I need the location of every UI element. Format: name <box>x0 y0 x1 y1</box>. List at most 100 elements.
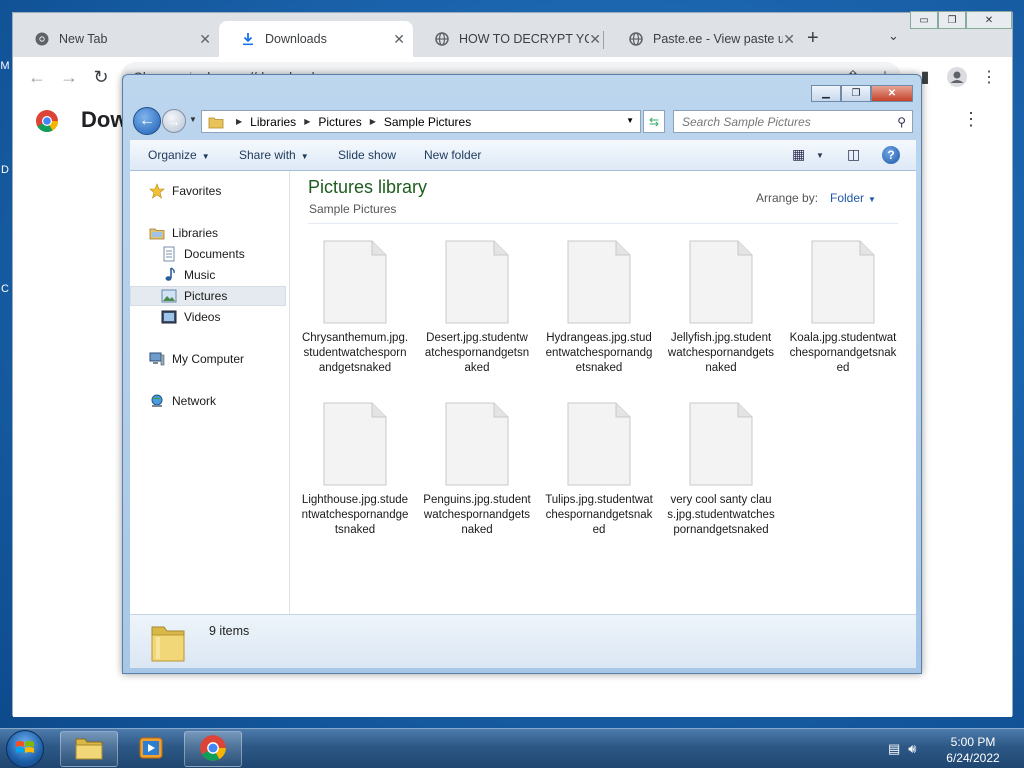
share-with-button[interactable]: Share with ▼ <box>239 148 309 162</box>
nav-label: Music <box>184 268 216 282</box>
nav-libraries[interactable]: Libraries <box>148 223 218 243</box>
recent-locations-dropdown[interactable]: ▼ <box>189 115 197 124</box>
pictures-icon <box>160 288 178 304</box>
tab-label: HOW TO DECRYPT YOUR FILES <box>459 32 589 46</box>
nav-network[interactable]: Network <box>148 391 216 411</box>
more-menu-icon[interactable]: ⋮ <box>962 109 980 130</box>
minimize-button[interactable]: ▁ <box>811 85 841 102</box>
help-icon[interactable]: ? <box>882 146 900 164</box>
nav-pictures[interactable]: Pictures <box>130 286 286 306</box>
chrome-window-controls: ▭ ❐ ✕ <box>910 11 1012 29</box>
close-button[interactable]: ✕ <box>871 85 913 102</box>
file-item[interactable]: Hydrangeas.jpg.studentwatchespornandgets… <box>540 239 658 376</box>
chrome-menu-icon[interactable]: ⋮ <box>977 65 1001 89</box>
arrange-by-label: Arrange by: <box>756 191 819 205</box>
tab-paste-ee[interactable]: Paste.ee - View paste uS ✕ <box>607 21 803 57</box>
desktop-edge-label: M <box>0 60 10 72</box>
taskbar-media-player-button[interactable] <box>122 731 180 767</box>
clock-time: 5:00 PM <box>950 735 996 749</box>
music-icon <box>160 267 178 283</box>
folder-icon <box>208 115 224 129</box>
forward-button[interactable]: → <box>162 109 186 133</box>
page-title: Dow <box>81 107 128 132</box>
back-button[interactable]: ← <box>23 63 51 91</box>
network-tray-icon[interactable]: ▤ <box>888 741 900 757</box>
nav-label: Documents <box>184 247 245 261</box>
start-button[interactable] <box>6 730 44 768</box>
clock[interactable]: 5:00 PM 6/24/2022 <box>930 734 1016 766</box>
search-icon: ⚲ <box>897 115 906 129</box>
forward-button[interactable]: → <box>55 63 83 91</box>
blank-file-icon <box>688 401 754 487</box>
breadcrumb-pictures[interactable]: Pictures <box>318 115 361 129</box>
explorer-window: ▁ ❐ ✕ ← → ▼ ▶ Libraries ▶ Pictures ▶ Sam… <box>122 74 922 674</box>
reload-button[interactable]: ↻ <box>87 63 115 91</box>
nav-my-computer[interactable]: My Computer <box>148 349 244 369</box>
close-icon[interactable]: ✕ <box>783 31 795 48</box>
close-icon[interactable]: ✕ <box>199 31 211 48</box>
profile-avatar-icon[interactable] <box>945 65 969 89</box>
file-item[interactable]: Chrysanthemum.jpg.studentwatchespornandg… <box>296 239 414 376</box>
blank-file-icon <box>810 239 876 325</box>
file-item[interactable]: very cool santy claus.jpg.studentwatches… <box>662 401 780 538</box>
taskbar-explorer-button[interactable] <box>60 731 118 767</box>
maximize-button[interactable]: ❐ <box>938 11 966 29</box>
chevron-down-icon: ▼ <box>201 152 210 161</box>
nav-documents[interactable]: Documents <box>160 244 245 264</box>
file-item[interactable]: Desert.jpg.studentwatchespornandgetsnake… <box>418 239 536 376</box>
change-view-icon[interactable]: ▦ <box>792 146 805 163</box>
file-item[interactable]: Jellyfish.jpg.studentwatchespornandgetsn… <box>662 239 780 376</box>
details-pane: 9 items <box>130 614 916 668</box>
new-tab-button[interactable]: + <box>807 27 819 50</box>
search-input[interactable]: Search Sample Pictures ⚲ <box>673 110 913 133</box>
blank-file-icon <box>322 239 388 325</box>
volume-icon[interactable]: 🔊︎ <box>908 741 916 757</box>
chevron-down-icon[interactable]: ▼ <box>626 116 634 125</box>
file-name: Hydrangeas.jpg.studentwatchespornandgets… <box>545 332 653 374</box>
tab-downloads[interactable]: Downloads ✕ <box>219 21 413 57</box>
back-button[interactable]: ← <box>133 107 161 135</box>
nav-favorites[interactable]: Favorites <box>148 181 221 201</box>
maximize-button[interactable]: ❐ <box>841 85 871 102</box>
close-icon: ✕ <box>887 88 897 99</box>
windows-logo-icon <box>15 738 35 761</box>
arrange-by-value: Folder <box>830 191 865 205</box>
tab-new-tab[interactable]: New Tab ✕ <box>13 21 219 57</box>
file-name: Jellyfish.jpg.studentwatchespornandgetsn… <box>667 332 775 374</box>
taskbar-chrome-button[interactable] <box>184 731 242 767</box>
preview-pane-icon[interactable]: ◫ <box>847 146 860 163</box>
computer-icon <box>148 351 166 367</box>
chrome-logo-icon <box>35 109 59 133</box>
videos-icon <box>160 309 178 325</box>
nav-label: Libraries <box>172 226 219 240</box>
file-item[interactable]: Koala.jpg.studentwatchespornandgetsnaked <box>784 239 902 376</box>
file-name: Koala.jpg.studentwatchespornandgetsnaked <box>789 332 897 374</box>
organize-button[interactable]: Organize ▼ <box>148 148 210 162</box>
file-item[interactable]: Penguins.jpg.studentwatchespornandgetsna… <box>418 401 536 538</box>
refresh-button[interactable]: ⇆ <box>643 110 665 133</box>
address-bar[interactable]: ▶ Libraries ▶ Pictures ▶ Sample Pictures… <box>201 110 641 133</box>
nav-videos[interactable]: Videos <box>160 307 220 327</box>
slide-show-button[interactable]: Slide show <box>338 148 396 162</box>
nav-music[interactable]: Music <box>160 265 215 285</box>
file-item[interactable]: Tulips.jpg.studentwatchespornandgetsnake… <box>540 401 658 538</box>
file-item[interactable]: Lighthouse.jpg.studentwatchespornandgets… <box>296 401 414 538</box>
file-name: Desert.jpg.studentwatchespornandgetsnake… <box>424 332 530 374</box>
close-icon[interactable]: ✕ <box>393 31 405 48</box>
close-button[interactable]: ✕ <box>966 11 1012 29</box>
tab-label: Paste.ee - View paste uS <box>653 32 783 46</box>
breadcrumb-libraries[interactable]: Libraries <box>250 115 296 129</box>
breadcrumb-sample-pictures[interactable]: Sample Pictures <box>384 115 471 129</box>
arrange-by-dropdown[interactable]: Folder ▼ <box>830 191 876 205</box>
chevron-down-icon[interactable]: ▼ <box>816 151 824 160</box>
blank-file-icon <box>322 401 388 487</box>
arrow-right-icon: → <box>60 66 78 87</box>
globe-icon <box>435 32 449 46</box>
blank-file-icon <box>688 239 754 325</box>
tab-search-button[interactable]: ⌄ <box>888 28 899 44</box>
tab-decrypt-files[interactable]: HOW TO DECRYPT YOUR FILES ✕ <box>413 21 609 57</box>
close-icon[interactable]: ✕ <box>589 31 601 48</box>
minimize-button[interactable]: ▭ <box>910 11 938 29</box>
new-folder-button[interactable]: New folder <box>424 148 481 162</box>
refresh-icon: ⇆ <box>648 114 660 129</box>
